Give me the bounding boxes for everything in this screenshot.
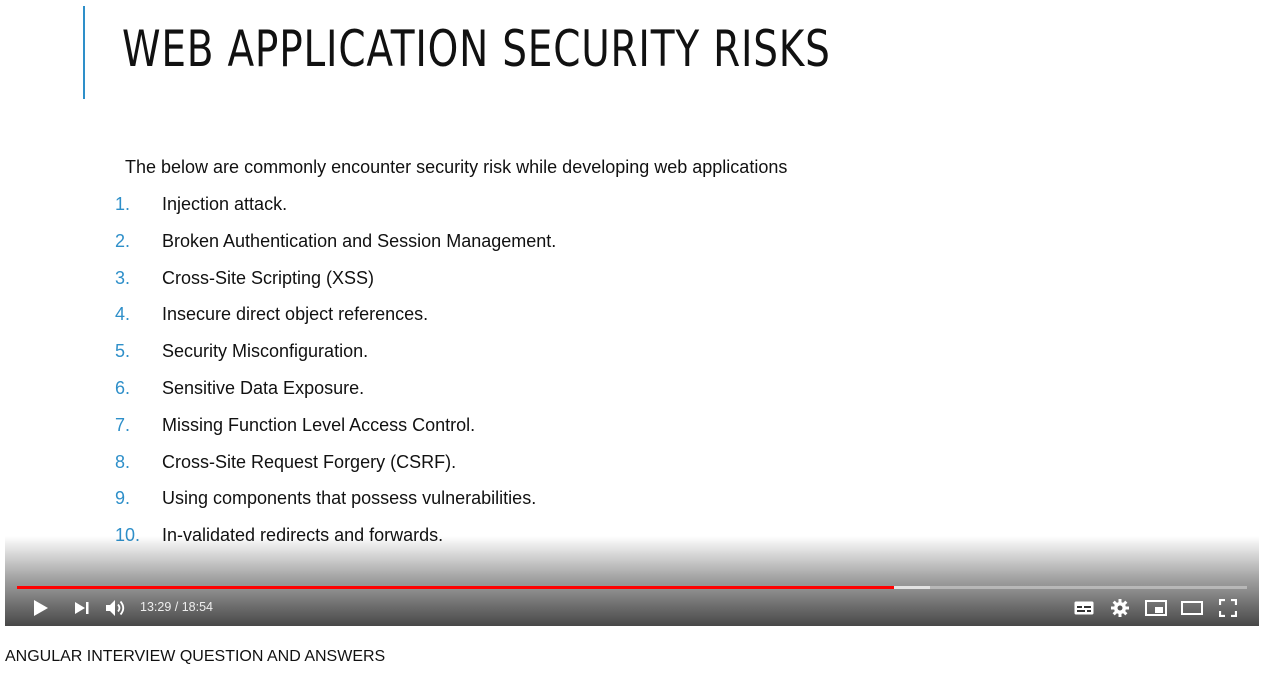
progress-played (17, 586, 894, 589)
list-item: 5. Security Misconfiguration. (115, 341, 556, 378)
list-item: 1. Injection attack. (115, 194, 556, 231)
list-item: 4. Insecure direct object references. (115, 304, 556, 341)
list-item-number: 8. (115, 451, 131, 472)
list-item: 2. Broken Authentication and Session Mana… (115, 231, 556, 268)
list-item-number: 1. (115, 194, 131, 214)
slide-title: WEB APPLICATION SECURITY RISKS (122, 20, 831, 78)
list-item-text: Cross-Site Scripting (XSS) (162, 267, 375, 288)
video-title: ANGULAR INTERVIEW QUESTION AND ANSWERS (5, 648, 386, 665)
fullscreen-button[interactable] (1215, 595, 1241, 621)
fullscreen-icon (1219, 599, 1237, 617)
current-time: 13:29 (140, 600, 172, 614)
title-accent-bar (83, 6, 85, 99)
subtitles-icon (1074, 601, 1094, 615)
list-item-number: 6. (115, 377, 131, 398)
play-icon (34, 600, 48, 616)
volume-button[interactable] (103, 595, 129, 621)
play-button[interactable] (27, 595, 55, 621)
time-display: 13:29 / 18:54 (140, 600, 213, 614)
list-item-number: 3. (115, 267, 131, 288)
next-button[interactable] (69, 595, 95, 621)
risk-list: 1. Injection attack. 2. Broken Authenticati… (115, 194, 556, 562)
duration: 18:54 (181, 600, 213, 614)
slide: WEB APPLICATION SECURITY RISKS The below… (5, 0, 1259, 626)
subtitles-button[interactable] (1071, 595, 1097, 621)
list-item-text: Security Misconfiguration. (162, 341, 369, 362)
list-item-text: Cross-Site Request Forgery (CSRF). (162, 451, 457, 472)
theater-mode-icon (1181, 601, 1203, 615)
miniplayer-icon (1145, 600, 1167, 616)
list-item-number: 5. (115, 341, 131, 362)
miniplayer-button[interactable] (1143, 595, 1169, 621)
list-item-number: 2. (115, 230, 131, 251)
list-item: 9. Using components that possess vulnerab… (115, 488, 556, 525)
list-item: 3. Cross-Site Scripting (XSS) (115, 268, 556, 305)
list-item: 6. Sensitive Data Exposure. (115, 378, 556, 415)
progress-bar[interactable] (17, 586, 1247, 589)
list-item-number: 4. (115, 304, 131, 325)
list-item-number: 9. (115, 488, 131, 509)
gear-icon (1111, 599, 1129, 617)
next-icon (75, 602, 89, 614)
list-item-text: Using components that possess vulnerabil… (162, 488, 537, 509)
list-item: 8. Cross-Site Request Forgery (CSRF). (115, 452, 556, 489)
list-item-text: Broken Authentication and Session Manage… (162, 230, 557, 251)
theater-mode-button[interactable] (1179, 595, 1205, 621)
video-player[interactable]: WEB APPLICATION SECURITY RISKS The below… (5, 0, 1259, 626)
slide-intro: The below are commonly encounter securit… (125, 157, 788, 177)
volume-icon (106, 600, 125, 616)
list-item-number: 7. (115, 414, 131, 435)
settings-button[interactable] (1107, 595, 1133, 621)
list-item-text: Missing Function Level Access Control. (162, 414, 476, 435)
time-separator: / (171, 600, 182, 614)
list-item: 7. Missing Function Level Access Control. (115, 415, 556, 452)
list-item-text: Insecure direct object references. (162, 304, 429, 325)
list-item-text: Injection attack. (162, 194, 288, 214)
list-item-text: Sensitive Data Exposure. (162, 377, 365, 398)
